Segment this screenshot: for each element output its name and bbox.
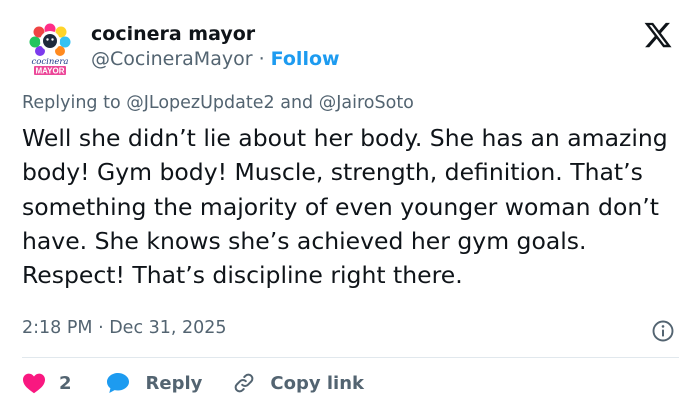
follow-button[interactable]: Follow [271, 48, 340, 70]
heart-icon [23, 373, 45, 394]
tweet-embed-card: cocinera MAYOR cocinera mayor @CocineraM… [0, 0, 700, 410]
author-handle[interactable]: @CocineraMayor [91, 48, 253, 70]
avatar[interactable]: cocinera MAYOR [22, 20, 78, 76]
like-count: 2 [59, 372, 72, 394]
info-icon[interactable] [651, 319, 675, 343]
mention-link-1[interactable]: @JLopezUpdate2 [126, 93, 274, 113]
tweet-text: Well she didn’t lie about her body. She … [22, 124, 668, 290]
divider [22, 357, 679, 358]
action-bar: 2 Reply Copy link [22, 366, 364, 400]
reply-prefix: Replying to [22, 93, 121, 113]
author-display-name[interactable]: cocinera mayor [91, 23, 255, 45]
separator-dot: · [258, 48, 265, 70]
link-icon [235, 373, 254, 393]
reply-context: Replying to @JLopezUpdate2 and @JairoSot… [22, 93, 414, 113]
copy-link-label: Copy link [270, 372, 364, 394]
x-logo-icon[interactable] [638, 20, 678, 50]
tweet-timestamp[interactable]: 2:18 PM · Dec 31, 2025 [22, 318, 227, 338]
avatar-flower-icon [29, 23, 71, 56]
avatar-logo-line2: MAYOR [35, 67, 64, 76]
copy-link-button[interactable]: Copy link [232, 371, 364, 395]
reply-label: Reply [145, 372, 203, 394]
reply-conjunction: and [280, 93, 314, 113]
mention-link-2[interactable]: @JairoSoto [319, 93, 414, 113]
avatar-logo-line1: cocinera [32, 57, 69, 67]
speech-bubble-icon [106, 373, 129, 393]
reply-button[interactable]: Reply [105, 371, 203, 395]
author-handle-row: @CocineraMayor · Follow [91, 48, 340, 70]
like-button[interactable]: 2 [22, 372, 72, 394]
